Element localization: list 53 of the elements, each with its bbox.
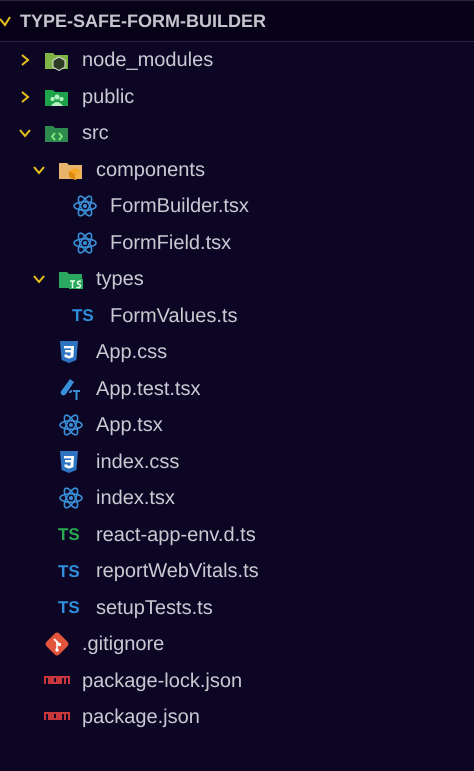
file-name: .gitignore <box>82 632 164 658</box>
file-row[interactable]: App.test.tsx <box>0 370 474 407</box>
file-row[interactable]: TS reportWebVitals.ts <box>0 553 474 590</box>
atom-icon <box>58 486 84 510</box>
folder-row[interactable]: src <box>0 115 474 152</box>
file-name: package.json <box>82 705 200 730</box>
file-name: src <box>82 121 109 146</box>
typescript-icon: TS <box>58 526 84 544</box>
file-row[interactable]: App.css <box>0 334 474 370</box>
project-title: TYPE-SAFE-FORM-BUILDER <box>20 10 266 32</box>
file-name: FormValues.ts <box>110 304 238 329</box>
explorer-header[interactable]: TYPE-SAFE-FORM-BUILDER <box>0 0 474 42</box>
file-name: react-app-env.d.ts <box>96 522 256 548</box>
file-row[interactable]: TS FormValues.ts <box>0 298 474 334</box>
file-name: App.tsx <box>96 413 163 438</box>
file-row[interactable]: App.tsx <box>0 407 474 444</box>
file-name: package-lock.json <box>82 668 242 694</box>
file-name: FormBuilder.tsx <box>110 194 249 220</box>
atom-icon <box>72 230 98 255</box>
file-name: App.test.tsx <box>96 376 200 402</box>
atom-icon <box>58 413 84 438</box>
file-name: types <box>96 267 144 292</box>
chevron-icon[interactable] <box>0 15 12 27</box>
file-name: index.tsx <box>96 486 175 512</box>
file-row[interactable]: TS react-app-env.d.ts <box>0 516 474 553</box>
file-name: public <box>82 84 134 110</box>
folder-row[interactable]: types <box>0 261 474 298</box>
shield-icon <box>58 450 80 474</box>
file-row[interactable]: index.tsx <box>0 480 474 516</box>
npm-icon <box>44 676 70 686</box>
typescript-icon: TS <box>72 307 98 324</box>
typescript-icon: TS <box>58 599 84 616</box>
file-row[interactable]: index.css <box>0 444 474 480</box>
file-row[interactable]: FormBuilder.tsx <box>0 188 474 224</box>
file-row[interactable]: package-lock.json <box>0 662 474 699</box>
folder-row[interactable]: public <box>0 78 474 115</box>
file-row[interactable]: .gitignore <box>0 626 474 662</box>
file-row[interactable]: package.json <box>0 699 474 736</box>
file-name: components <box>96 158 205 183</box>
file-name: index.css <box>96 450 180 475</box>
file-name: FormField.tsx <box>110 230 232 256</box>
folder-row[interactable]: node_modules <box>0 42 474 78</box>
file-name: setupTests.ts <box>96 596 213 621</box>
file-row[interactable]: FormField.tsx <box>0 224 474 261</box>
folder-row[interactable]: components <box>0 152 474 188</box>
npm-icon <box>44 712 70 722</box>
file-name: App.css <box>96 340 168 366</box>
file-name: node_modules <box>82 48 214 74</box>
file-row[interactable]: TS setupTests.ts <box>0 590 474 626</box>
typescript-icon: TS <box>58 562 84 580</box>
shield-icon <box>58 340 80 364</box>
atom-icon <box>72 194 98 218</box>
file-name: reportWebVitals.ts <box>96 559 259 584</box>
